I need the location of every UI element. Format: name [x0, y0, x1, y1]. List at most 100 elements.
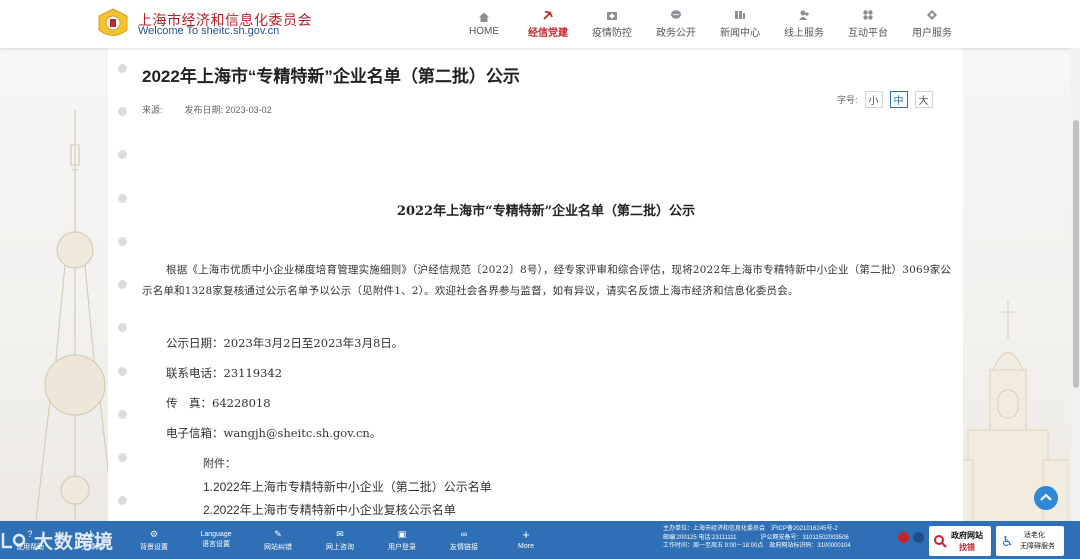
gov-site-error-badge[interactable]: 政府网站 找错 [929, 526, 991, 556]
consult-icon: ✉ [336, 528, 344, 539]
nav-user-service[interactable]: 用户服务 [900, 0, 964, 48]
pearl-tower-illustration [34, 110, 115, 530]
timeline-dot [118, 323, 127, 332]
plus-icon: + [522, 527, 530, 542]
home-icon [478, 11, 490, 23]
nav-epidemic[interactable]: 疫情防控 [580, 0, 644, 48]
document-title: 2022年上海市“专精特新”企业名单（第二批）公示 [396, 204, 696, 219]
nav-label: 政务公开 [656, 28, 696, 39]
settings-icon: ⚙ [149, 528, 159, 539]
nav-news[interactable]: 新闻中心 [708, 0, 772, 48]
contact-phone: 联系电话：23119342 [166, 366, 283, 380]
party-emblem-icon [542, 9, 554, 21]
nav-online-service[interactable]: 线上服务 [772, 0, 836, 48]
footer-label: Language 语言设置 [200, 531, 232, 548]
timeline-dot [118, 237, 127, 246]
footer-background-settings[interactable]: ⚙ 背景设置 [124, 521, 184, 559]
watermark-logo-icon [1, 533, 26, 549]
nav-label: 疫情防控 [592, 28, 632, 39]
attachment-link-2[interactable]: 2.2022年上海市专精特新中小企业复核公示名单 [203, 501, 456, 518]
sheitc-logo-icon[interactable] [96, 8, 130, 40]
chat-bubble-icon [670, 9, 682, 21]
gov-badge-sub: 找错 [959, 543, 975, 552]
source-label: 来源: [142, 105, 163, 115]
footer-info-line: 主办单位：上海市经济和信息化委员会 沪ICP备2021016245号-2 [663, 526, 838, 532]
elderly-accessibility-badge[interactable]: ♿ 适老化 无障碍服务 [996, 526, 1064, 556]
footer-more[interactable]: + More [496, 521, 556, 559]
wheelchair-icon: ♿ [1001, 533, 1014, 549]
font-medium-button[interactable]: 中 [889, 91, 908, 108]
publish-date: 发布日期: 2023-03-02 [185, 103, 272, 116]
site-header: 上海市经济和信息化委员会 Welcome To sheitc.sh.gov.cn… [0, 0, 1080, 48]
watermark-text: 大数跨境 [34, 531, 115, 553]
footer-label: 网站纠错 [264, 543, 292, 551]
timeline-dot [118, 496, 127, 505]
nav-home[interactable]: HOME [452, 0, 516, 48]
footer-user-login[interactable]: ▣ 用户登录 [372, 521, 432, 559]
nav-label: 经信党建 [528, 28, 568, 39]
publish-date-label: 发布日期: [184, 105, 224, 115]
party-badge-icon[interactable] [898, 532, 909, 543]
font-large-button[interactable]: 大 [914, 91, 933, 108]
timeline-dot [118, 107, 127, 116]
font-small-button[interactable]: 小 [864, 91, 883, 108]
timeline-dot [118, 280, 127, 289]
timeline-dot [118, 64, 127, 73]
footer-badges [898, 532, 924, 543]
link-icon: ∞ [460, 528, 468, 539]
watermark: 大数跨境 [0, 525, 114, 555]
font-size-switcher: 字号: 小 中 大 [837, 91, 933, 108]
footer-label: More [518, 543, 534, 550]
attachment-link-1[interactable]: 1.2022年上海市专精特新中小企业（第二批）公示名单 [203, 478, 492, 495]
timeline-dots [114, 48, 134, 528]
contact-email: 电子信箱：wangjh@sheitc.sh.gov.cn。 [166, 426, 382, 440]
contact-fax: 传 真：64228018 [166, 396, 271, 410]
a11y-badge-sub: 无障碍服务 [1020, 543, 1055, 550]
brand-name-en[interactable]: Welcome To sheitc.sh.gov.cn [138, 25, 279, 37]
footer-info: 主办单位：上海市经济和信息化委员会 沪ICP备2021016245号-2 邮编:… [663, 525, 903, 551]
footer-friend-links[interactable]: ∞ 友情链接 [434, 521, 494, 559]
document-body: 根据《上海市优质中小企业梯度培育管理实施细则》（沪经信规范〔2022〕8号），经… [142, 264, 952, 297]
footer-online-consult[interactable]: ✉ 网上咨询 [310, 521, 370, 559]
nav-interaction[interactable]: 互动平台 [836, 0, 900, 48]
back-to-top-button[interactable] [1034, 486, 1058, 510]
article-meta: 来源: 发布日期: 2023-03-02 [142, 103, 272, 116]
interaction-icon [862, 9, 874, 21]
timeline-dot [118, 453, 127, 462]
notice-date: 公示日期：2023年3月2日至2023年3月8日。 [166, 336, 404, 350]
publish-date-value: 2023-03-02 [225, 105, 272, 115]
newspaper-icon [734, 9, 746, 21]
footer-error-report[interactable]: ✎ 网站纠错 [248, 521, 308, 559]
nav-label: 线上服务 [784, 28, 824, 39]
nav-gov-affairs[interactable]: 政务公开 [644, 0, 708, 48]
attachments-label: 附件： [203, 457, 236, 470]
footer-label: 用户登录 [388, 543, 416, 551]
nav-label: 互动平台 [848, 28, 888, 39]
nav-party-building[interactable]: 经信党建 [516, 0, 580, 48]
footer-info-line: 邮编:200125 电话:23111111 沪公网安备号：31011502003… [663, 534, 849, 541]
timeline-dot [118, 150, 127, 159]
timeline-dot [118, 194, 127, 203]
font-size-label: 字号: [837, 95, 858, 105]
wrench-icon: ✎ [274, 528, 282, 539]
medical-kit-icon [606, 9, 618, 21]
scrollbar-thumb[interactable] [1073, 120, 1079, 388]
nav-label: 新闻中心 [720, 28, 760, 39]
nav-label: HOME [469, 26, 499, 37]
footer-language[interactable]: Language 语言设置 [186, 521, 246, 559]
footer-label: 网上咨询 [326, 543, 354, 551]
magnifier-icon [934, 535, 947, 548]
footer-label: 背景设置 [140, 543, 168, 551]
login-icon: ▣ [397, 528, 407, 539]
chevron-up-icon [1040, 493, 1052, 501]
timeline-dot [118, 410, 127, 419]
gov-badge-label: 政府网站 [951, 531, 983, 540]
page-title: 2022年上海市“专精特新”企业名单（第二批）公示 [142, 67, 520, 86]
timeline-dot [118, 367, 127, 376]
police-badge-icon[interactable] [913, 532, 924, 543]
users-icon [798, 9, 810, 21]
nav-label: 用户服务 [912, 28, 952, 39]
user-service-icon [926, 9, 938, 21]
footer-info-line: 工作时间：周一至周五 9:00－18:00点 政府网站标识码：310000010… [663, 543, 851, 549]
main-nav: HOME 经信党建 疫情防控 政务公开 新闻中心 线上服务 互动平台 用户服务 [452, 0, 964, 48]
